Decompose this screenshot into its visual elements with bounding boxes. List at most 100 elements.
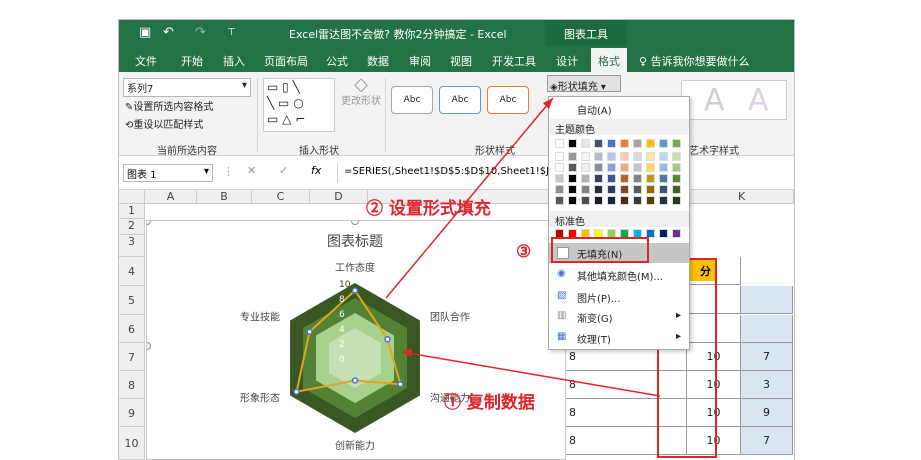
row-header-4[interactable]: 4 [119, 257, 145, 286]
color-swatch[interactable] [646, 139, 655, 148]
radar-chart[interactable]: 图表标题 10 8 6 4 2 0 工作态度 团队合作 沟通能力 创新能力 形象… [143, 217, 566, 460]
shape-fill-button[interactable]: ◈形状填充 ▾ [547, 75, 621, 93]
color-swatch[interactable] [659, 139, 668, 148]
wordart-gallery[interactable]: A A [681, 80, 787, 120]
color-swatch[interactable] [555, 196, 564, 205]
shape-style-3[interactable]: Abc [487, 86, 529, 114]
row-header-2[interactable]: 2 [119, 219, 145, 235]
color-swatch[interactable] [659, 229, 668, 238]
data-point[interactable] [306, 328, 313, 335]
color-swatch[interactable] [581, 185, 590, 194]
chart-resize-handle[interactable] [143, 342, 151, 350]
color-swatch[interactable] [620, 152, 629, 161]
color-swatch[interactable] [633, 152, 642, 161]
undo-icon[interactable]: ↶ [163, 25, 174, 40]
insert-function-icon[interactable]: fx [311, 164, 321, 177]
enter-icon[interactable]: ✓ [279, 164, 288, 177]
color-swatch[interactable] [581, 152, 590, 161]
color-swatch[interactable] [568, 163, 577, 172]
color-swatch[interactable] [607, 139, 616, 148]
color-swatch[interactable] [646, 174, 655, 183]
color-swatch[interactable] [672, 185, 681, 194]
select-all-corner[interactable] [119, 190, 145, 204]
more-colors-item[interactable]: ◉ 其他填充颜色(M)... [549, 265, 689, 285]
color-swatch[interactable] [672, 163, 681, 172]
quick-access-icon[interactable]: ⊤ [227, 27, 236, 38]
shape-gallery[interactable]: ▭ ▯ ╲ ╲ ▭ ○ ▭ △ ⌐ [263, 78, 335, 132]
row-header-5[interactable]: 5 [119, 286, 145, 315]
color-swatch[interactable] [672, 229, 681, 238]
table-cell[interactable] [741, 286, 793, 314]
format-selection-button[interactable]: ✎设置所选内容格式 [125, 98, 213, 113]
color-swatch[interactable] [659, 152, 668, 161]
chart-resize-handle[interactable] [351, 217, 359, 225]
wordart-style-2[interactable]: A [748, 83, 769, 118]
color-swatch[interactable] [633, 163, 642, 172]
color-swatch[interactable] [633, 185, 642, 194]
auto-fill-item[interactable]: 自动(A) [549, 99, 689, 119]
color-swatch[interactable] [555, 139, 564, 148]
color-swatch[interactable] [646, 163, 655, 172]
reset-style-button[interactable]: ⟲重设以匹配样式 [125, 116, 203, 131]
color-swatch[interactable] [633, 196, 642, 205]
tab-data[interactable]: 数据 [367, 53, 389, 69]
color-swatch[interactable] [607, 196, 616, 205]
color-swatch[interactable] [659, 163, 668, 172]
color-swatch[interactable] [581, 196, 590, 205]
tab-page-layout[interactable]: 页面布局 [264, 53, 308, 69]
color-swatch[interactable] [607, 185, 616, 194]
table-cell[interactable]: 9 [741, 399, 793, 427]
color-swatch[interactable] [581, 163, 590, 172]
color-swatch[interactable] [594, 163, 603, 172]
data-point[interactable] [397, 381, 404, 388]
name-box[interactable]: 图表 1 ▾ [123, 164, 213, 182]
tab-view[interactable]: 视图 [450, 53, 472, 69]
tab-review[interactable]: 审阅 [409, 53, 431, 69]
row-header-9[interactable]: 9 [119, 399, 145, 427]
col-header-d[interactable]: D [310, 190, 368, 204]
color-swatch[interactable] [659, 196, 668, 205]
texture-fill-item[interactable]: ▦ 纹理(T) ▸ [549, 328, 689, 348]
color-swatch[interactable] [607, 152, 616, 161]
color-swatch[interactable] [594, 139, 603, 148]
data-point[interactable] [351, 377, 359, 384]
color-swatch[interactable] [555, 152, 564, 161]
row-header-1[interactable]: 1 [119, 204, 145, 219]
color-swatch[interactable] [620, 163, 629, 172]
color-swatch[interactable] [646, 152, 655, 161]
color-swatch[interactable] [555, 163, 564, 172]
table-cell[interactable] [741, 315, 793, 343]
chart-resize-handle[interactable] [143, 217, 151, 225]
chart-title[interactable]: 图表标题 [327, 234, 383, 250]
color-swatch[interactable] [594, 196, 603, 205]
color-swatch[interactable] [659, 174, 668, 183]
tab-formulas[interactable]: 公式 [326, 53, 348, 69]
row-header-10[interactable]: 10 [119, 427, 145, 460]
color-swatch[interactable] [620, 185, 629, 194]
tab-insert[interactable]: 插入 [223, 53, 245, 69]
col-header-b[interactable]: B [197, 190, 252, 204]
color-swatch[interactable] [555, 174, 564, 183]
gradient-fill-item[interactable]: ▥ 渐变(G) ▸ [549, 307, 689, 327]
color-swatch[interactable] [581, 139, 590, 148]
row-header-7[interactable]: 7 [119, 343, 145, 371]
color-swatch[interactable] [633, 139, 642, 148]
color-swatch[interactable] [568, 152, 577, 161]
row-header-8[interactable]: 8 [119, 371, 145, 399]
color-swatch[interactable] [672, 152, 681, 161]
shape-style-1[interactable]: Abc [391, 86, 433, 114]
redo-icon[interactable]: ↷ [195, 25, 206, 40]
color-swatch[interactable] [620, 174, 629, 183]
color-swatch[interactable] [607, 163, 616, 172]
color-swatch[interactable] [568, 139, 577, 148]
save-icon[interactable]: ▣ [139, 25, 151, 40]
color-swatch[interactable] [620, 196, 629, 205]
data-point[interactable] [351, 287, 359, 294]
table-cell[interactable]: 3 [741, 371, 793, 399]
color-swatch[interactable] [672, 174, 681, 183]
tell-me-box[interactable]: ♀ 告诉我你想要做什么 [639, 53, 750, 69]
change-shape-button[interactable]: ◇ 更改形状 [339, 76, 383, 109]
color-swatch[interactable] [607, 174, 616, 183]
col-header-c[interactable]: C [252, 190, 310, 204]
data-point[interactable] [293, 388, 300, 395]
